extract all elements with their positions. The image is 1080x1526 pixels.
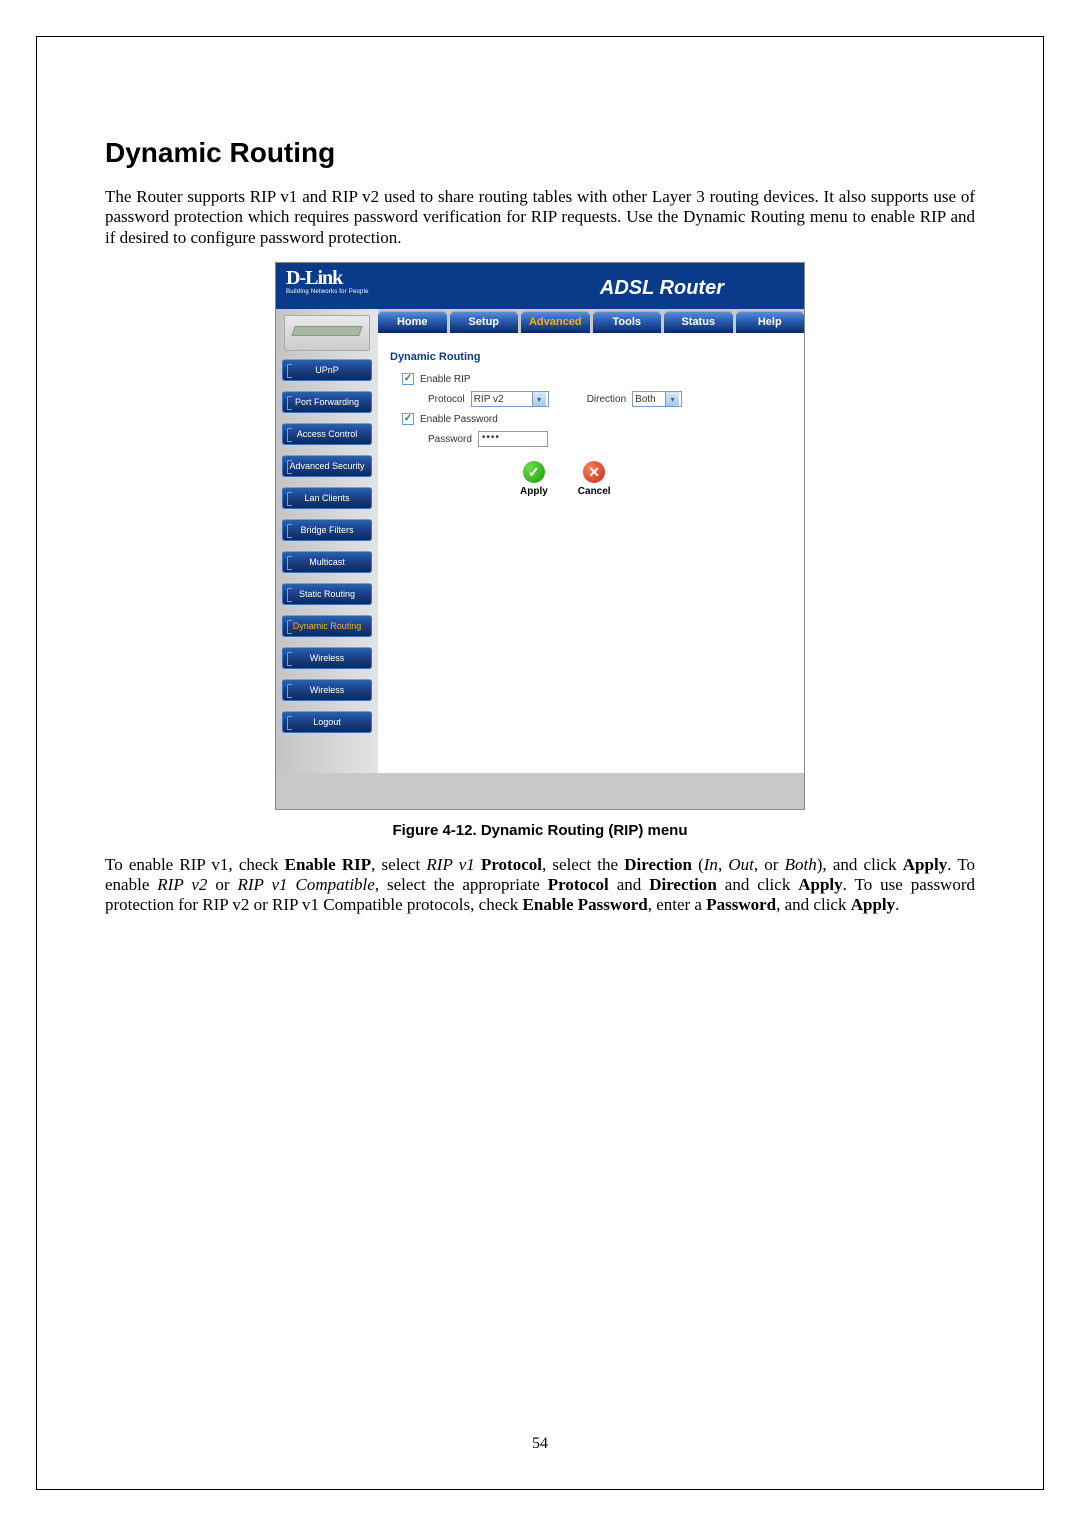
sidebar-item-upnp[interactable]: UPnP [282,359,372,381]
enable-password-label: Enable Password [420,414,498,425]
check-icon: ✓ [523,461,545,483]
brand-tagline: Building Networks for People [286,289,369,295]
sidebar-item-bridge-filters[interactable]: Bridge Filters [282,519,372,541]
tab-status[interactable]: Status [664,311,733,333]
tab-setup[interactable]: Setup [450,311,519,333]
chevron-down-icon: ▾ [665,392,679,406]
intro-paragraph: The Router supports RIP v1 and RIP v2 us… [105,187,975,248]
page-number: 54 [37,1435,1043,1453]
enable-rip-checkbox[interactable]: ✓ [402,373,414,385]
protocol-label: Protocol [428,394,465,405]
direction-select[interactable]: Both ▾ [632,391,682,407]
sidebar-item-wireless-management[interactable]: Wireless Management [282,647,372,669]
sidebar-item-multicast[interactable]: Multicast [282,551,372,573]
tab-tools[interactable]: Tools [593,311,662,333]
tab-home[interactable]: Home [378,311,447,333]
sidebar-item-wireless-performance[interactable]: Wireless Performance [282,679,372,701]
password-row: Password •••• [428,431,792,447]
product-title: ADSL Router [600,277,724,300]
apply-button[interactable]: ✓ Apply [520,461,548,497]
sidebar-item-static-routing[interactable]: Static Routing [282,583,372,605]
password-input[interactable]: •••• [478,431,548,447]
panel-title: Dynamic Routing [390,351,792,363]
tab-help[interactable]: Help [736,311,805,333]
router-screenshot: D-Link Building Networks for People ADSL… [275,262,805,810]
cancel-button[interactable]: ✕ Cancel [578,461,611,497]
main-area: HomeSetupAdvancedToolsStatusHelp Dynamic… [378,309,804,773]
chevron-down-icon: ▾ [532,392,546,406]
figure-caption: Figure 4-12. Dynamic Routing (RIP) menu [105,822,975,839]
x-icon: ✕ [583,461,605,483]
direction-label: Direction [587,394,626,405]
protocol-row: Protocol RIP v2 ▾ Direction Both ▾ [428,391,792,407]
sidebar-item-access-control[interactable]: Access Control [282,423,372,445]
tab-advanced[interactable]: Advanced [521,311,590,333]
device-image [284,315,370,351]
enable-password-checkbox[interactable]: ✓ [402,413,414,425]
figure: D-Link Building Networks for People ADSL… [105,262,975,839]
config-panel: Dynamic Routing ✓ Enable RIP Protocol RI… [378,333,804,515]
ui-footer [276,773,804,809]
brand-logo: D-Link [286,267,342,290]
router-header: D-Link Building Networks for People ADSL… [276,263,804,309]
enable-rip-label: Enable RIP [420,374,471,385]
password-label: Password [428,434,472,445]
enable-rip-row: ✓ Enable RIP [402,373,792,385]
section-title: Dynamic Routing [105,137,975,169]
tab-row: HomeSetupAdvancedToolsStatusHelp [378,309,804,333]
sidebar-item-port-forwarding[interactable]: Port Forwarding [282,391,372,413]
instructions-paragraph: To enable RIP v1, check Enable RIP, sele… [105,855,975,915]
sidebar-item-logout[interactable]: Logout [282,711,372,733]
sidebar: UPnP Port Forwarding Access Control Advance… [276,309,378,773]
sidebar-item-dynamic-routing[interactable]: Dynamic Routing [282,615,372,637]
sidebar-item-lan-clients[interactable]: Lan Clients [282,487,372,509]
enable-password-row: ✓ Enable Password [402,413,792,425]
sidebar-item-advanced-security[interactable]: Advanced Security [282,455,372,477]
protocol-select[interactable]: RIP v2 ▾ [471,391,549,407]
